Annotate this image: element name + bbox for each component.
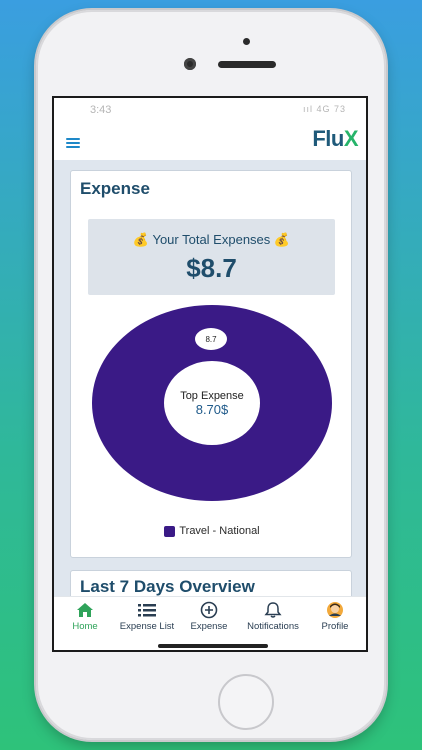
tab-expense-list[interactable]: Expense List xyxy=(116,601,178,632)
tab-expense[interactable]: Expense xyxy=(178,601,240,632)
earpiece-speaker xyxy=(218,61,276,68)
plus-circle-icon xyxy=(200,601,218,619)
slice-value-label: 8.7 xyxy=(205,335,217,344)
moneybag-icon: 💰 xyxy=(132,232,150,247)
home-indicator xyxy=(158,644,268,648)
sensor-dot xyxy=(243,38,250,45)
legend-swatch xyxy=(164,525,176,537)
status-icons: ııl 4G 73 xyxy=(302,104,346,114)
tab-notifications[interactable]: Notifications xyxy=(242,601,304,632)
bell-icon xyxy=(264,602,282,618)
legend-label: Travel - National xyxy=(179,525,260,537)
status-bar: 3:43 ııl 4G 73 xyxy=(54,98,366,120)
last-7-days-title: Last 7 Days Overview xyxy=(80,577,255,596)
avatar-icon xyxy=(327,602,343,618)
app-bar: FluX xyxy=(54,120,366,160)
dashboard-content[interactable]: Expense 💰 Your Total Expenses 💰 $8.7 8.7… xyxy=(54,160,366,596)
home-button[interactable] xyxy=(218,674,274,730)
home-icon xyxy=(77,603,93,617)
tab-home[interactable]: Home xyxy=(54,601,116,632)
expense-card: Expense 💰 Your Total Expenses 💰 $8.7 8.7… xyxy=(70,170,352,558)
last-7-days-card: Last 7 Days Overview xyxy=(70,570,352,596)
hamburger-menu-icon[interactable] xyxy=(66,138,80,148)
total-expenses-box: 💰 Your Total Expenses 💰 $8.7 xyxy=(88,219,335,295)
bottom-tab-bar: Home Expense List Expense Notifications xyxy=(54,596,366,637)
tab-profile[interactable]: Profile xyxy=(304,601,366,632)
expense-card-title: Expense xyxy=(80,179,150,198)
top-expense-value: 8.70$ xyxy=(196,402,229,417)
flux-logo: FluX xyxy=(312,126,358,151)
front-camera xyxy=(184,58,196,70)
total-expenses-label: 💰 Your Total Expenses 💰 xyxy=(132,232,291,247)
list-icon xyxy=(138,604,156,617)
top-expense-label: Top Expense xyxy=(180,390,244,402)
app-screen: 3:43 ııl 4G 73 FluX Expense 💰 Your Total… xyxy=(52,96,368,652)
total-expenses-value: $8.7 xyxy=(186,253,237,283)
chart-legend[interactable]: Travel - National xyxy=(71,525,353,537)
status-time: 3:43 xyxy=(90,104,112,116)
expense-pie-chart[interactable]: 8.7 Top Expense 8.70$ xyxy=(71,303,353,509)
moneybag-icon: 💰 xyxy=(273,232,291,247)
